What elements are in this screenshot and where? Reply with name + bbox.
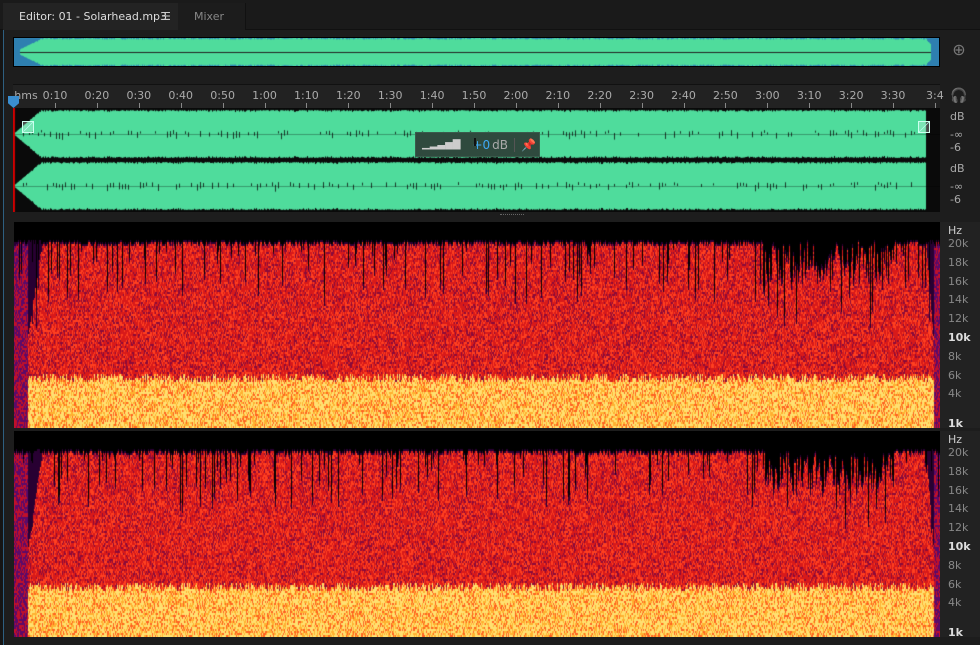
db-label: -∞: [950, 128, 964, 141]
hz-label: 4k: [948, 596, 962, 610]
hz-label: 12k: [948, 312, 969, 326]
hz-label: 1k: [948, 626, 963, 639]
hz-label: 18k: [948, 464, 969, 478]
ruler-label: 2:40: [671, 89, 696, 102]
ruler-label: 3:10: [796, 89, 822, 102]
hz-label: 16k: [948, 483, 969, 497]
ruler-label: 3:00: [754, 89, 780, 102]
ruler-label: 2:00: [503, 89, 529, 102]
tab-editor[interactable]: Editor: 01 - Solarhead.mp3 ☰: [3, 3, 178, 30]
ruler-label: 1:50: [461, 89, 487, 102]
amplitude-axis-right: dB -∞ -6: [940, 160, 980, 212]
hz-unit: Hz: [948, 433, 963, 446]
hz-unit: Hz: [948, 224, 963, 237]
ruler-label: 2:20: [587, 89, 613, 102]
time-ruler[interactable]: hms 0:10 0:20 0:30 0:40 0:50 1:00 1:10 1:20 1:30…: [13, 84, 944, 108]
tab-mixer[interactable]: Mixer: [178, 3, 246, 30]
hud-volume-control[interactable]: ▁▂▃▅▇ +0 dB 📌: [415, 132, 540, 157]
ruler-label: 1:20: [335, 89, 361, 102]
hz-label: 8k: [948, 558, 962, 572]
overview-waveform[interactable]: [14, 38, 939, 66]
ruler-label: 3:20: [838, 89, 864, 102]
level-meter-icon: ▁▂▃▅▇: [422, 139, 461, 150]
amplitude-axis-left: dB -∞ -6: [940, 108, 980, 160]
pin-icon[interactable]: 📌: [514, 137, 536, 152]
headphones-monitor-icon[interactable]: 🎧: [950, 88, 967, 104]
spectrogram-left-channel[interactable]: [14, 222, 940, 428]
db-label: -∞: [950, 180, 964, 193]
ruler-label: 0:10: [42, 89, 68, 102]
hz-label: 10k: [948, 540, 971, 553]
ruler-label: 3:4: [926, 89, 944, 102]
ruler-label: 3:30: [880, 89, 906, 102]
ruler-label: 0:30: [126, 89, 152, 102]
hz-label: 8k: [948, 349, 962, 363]
ruler-label: 1:10: [294, 89, 319, 102]
frequency-axis-right: Hz 20k 18k 16k 14k 12k 10k 8k 6k 4k 1k: [940, 431, 980, 639]
hz-label: 1k: [948, 417, 963, 430]
volume-unit: dB: [492, 137, 509, 152]
hz-label: 6k: [948, 368, 962, 382]
fade-out-handle[interactable]: [918, 121, 930, 133]
tab-bar: Editor: 01 - Solarhead.mp3 ☰ Mixer: [0, 0, 980, 30]
hz-label: 14k: [948, 502, 969, 516]
hz-label: 12k: [948, 521, 969, 535]
hz-label: 6k: [948, 577, 962, 591]
hz-label: 20k: [948, 446, 969, 459]
ruler-label: 1:40: [419, 89, 445, 102]
frequency-axis-left: Hz 20k 18k 16k 14k 12k 10k 8k 6k 4k 1k: [940, 222, 980, 430]
db-label: -6: [950, 193, 961, 206]
hz-label: 16k: [948, 274, 969, 288]
hz-label: 4k: [948, 387, 962, 401]
ruler-label: 0:40: [168, 89, 194, 102]
waveform-display[interactable]: [13, 108, 940, 212]
tab-mixer-label: Mixer: [194, 10, 225, 23]
panel-divider-handle[interactable]: [500, 214, 524, 217]
ruler-label: 2:10: [545, 89, 571, 102]
ruler-label: 1:30: [377, 89, 403, 102]
hz-label: 20k: [948, 237, 969, 250]
hamburger-menu-icon[interactable]: ☰: [161, 3, 171, 30]
ruler-label: 1:00: [252, 89, 277, 102]
spectrogram-right-channel[interactable]: [14, 431, 940, 637]
fade-in-handle[interactable]: [22, 121, 34, 133]
zoom-magnifier-icon[interactable]: ⊕: [948, 40, 970, 62]
ruler-label: 2:50: [713, 89, 738, 102]
hz-label: 18k: [948, 255, 969, 269]
hz-label: 10k: [948, 331, 971, 344]
db-unit: dB: [950, 162, 965, 175]
ruler-label: 0:20: [84, 89, 110, 102]
ruler-label: 2:30: [629, 89, 654, 102]
panel-edge: [0, 30, 4, 645]
tab-editor-label: Editor: 01 - Solarhead.mp3: [19, 10, 168, 23]
db-unit: dB: [950, 110, 965, 123]
ruler-label: 0:50: [210, 89, 235, 102]
hz-label: 14k: [948, 293, 969, 307]
db-label: -6: [950, 141, 961, 154]
